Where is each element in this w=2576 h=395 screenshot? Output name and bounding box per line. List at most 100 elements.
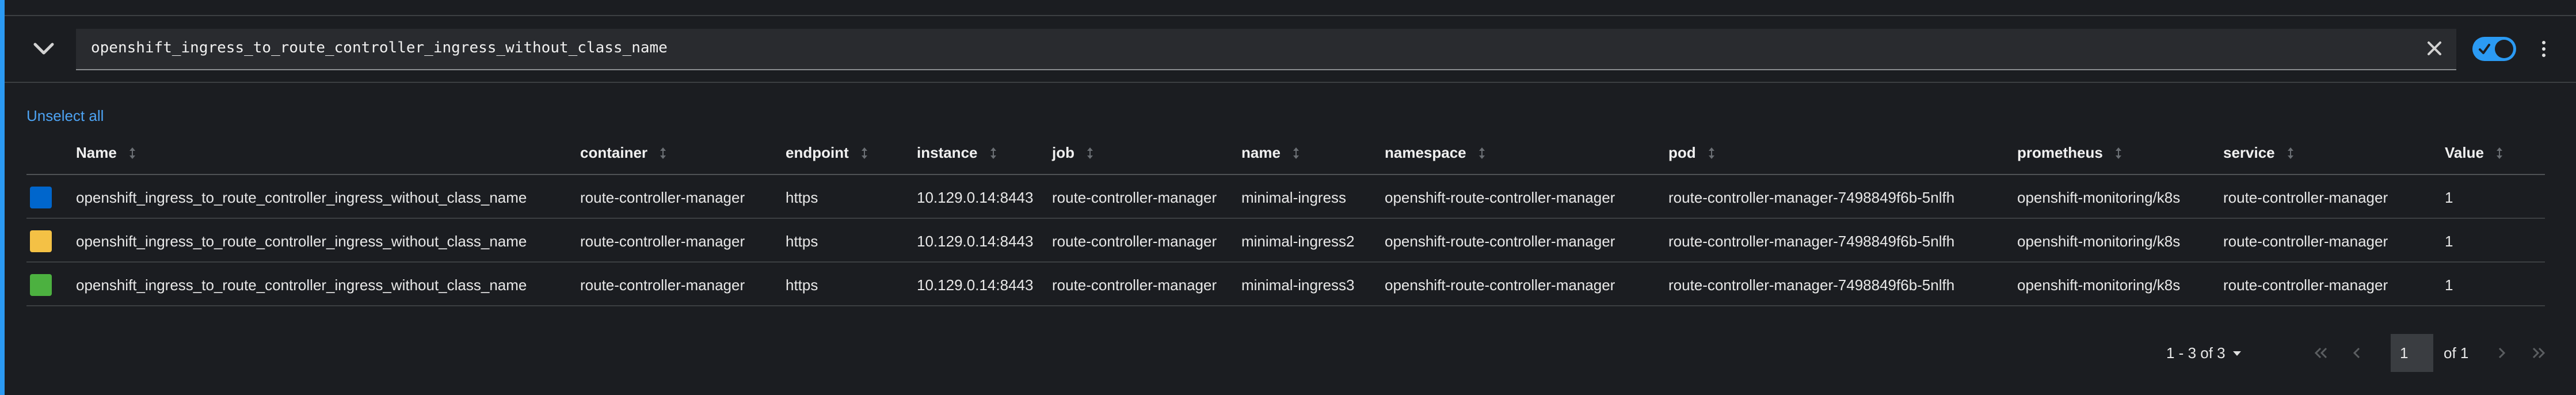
sort-icon — [2496, 147, 2502, 159]
column-header-label: name — [1241, 144, 1281, 161]
column-header-service[interactable]: service — [2223, 144, 2295, 162]
cell-value: 1 — [2445, 189, 2453, 206]
column-header-value[interactable]: Value — [2445, 144, 2503, 162]
series-table: Name container endpoint instance job name name… — [26, 132, 2545, 306]
cell-container: route-controller-manager — [580, 189, 745, 206]
cell-pod: route-controller-manager-7498849f6b-5nlf… — [1668, 276, 1955, 294]
column-header-label: endpoint — [786, 144, 849, 161]
unselect-all-link[interactable]: Unselect all — [26, 107, 104, 125]
series-color-swatch[interactable] — [30, 187, 52, 208]
cell-endpoint: https — [786, 233, 818, 250]
divider — [5, 82, 2576, 83]
column-header-name[interactable]: Name — [76, 144, 136, 162]
cell-name: minimal-ingress — [1241, 189, 1347, 206]
angle-double-left-icon — [2314, 347, 2327, 359]
cell-prometheus: openshift-monitoring/k8s — [2017, 189, 2181, 206]
column-header-label: prometheus — [2017, 144, 2103, 161]
sort-icon — [2287, 147, 2293, 159]
query-actions-menu-button[interactable] — [2532, 36, 2555, 62]
query-expression[interactable]: openshift_ingress_to_route_controller_in… — [91, 39, 668, 56]
check-icon — [2479, 44, 2490, 54]
column-header-label: pod — [1668, 144, 1696, 161]
cell-job: route-controller-manager — [1052, 189, 1217, 206]
column-header-label: instance — [917, 144, 978, 161]
cell-instance: 10.129.0.14:8443 — [917, 189, 1034, 206]
series-color-swatch[interactable] — [30, 274, 52, 296]
cell-instance: 10.129.0.14:8443 — [917, 276, 1034, 294]
column-header-prometheus[interactable]: prometheus — [2017, 144, 2122, 162]
sort-icon — [1478, 147, 1485, 159]
column-header-namespace[interactable]: namespace — [1385, 144, 1486, 162]
column-header-job[interactable]: job — [1052, 144, 1094, 162]
cell-endpoint: https — [786, 189, 818, 206]
query-browser-panel: openshift_ingress_to_route_controller_in… — [0, 0, 2576, 395]
accent-bar — [0, 0, 5, 395]
kebab-icon-dot — [2542, 47, 2545, 51]
cell-namespace: openshift-route-controller-manager — [1385, 233, 1615, 250]
expand-query-button[interactable] — [26, 35, 61, 63]
caret-down-icon — [2232, 351, 2241, 356]
sort-icon — [660, 147, 666, 159]
cell-job: route-controller-manager — [1052, 276, 1217, 294]
close-icon — [2428, 41, 2441, 55]
column-header-pod[interactable]: pod — [1668, 144, 1716, 162]
cell-value: 1 — [2445, 276, 2453, 294]
first-page-button[interactable] — [2311, 344, 2331, 362]
previous-page-button[interactable] — [2347, 344, 2367, 362]
per-page-toggle[interactable]: 1 - 3 of 3 — [2166, 344, 2242, 362]
column-header-container[interactable]: container — [580, 144, 667, 162]
cell-name: minimal-ingress3 — [1241, 276, 1355, 294]
angle-right-icon — [2498, 347, 2506, 359]
table-header: Name container endpoint instance job name name… — [26, 132, 2545, 175]
cell-instance: 10.129.0.14:8443 — [917, 233, 1034, 250]
sort-icon — [1087, 147, 1093, 159]
cell-service: route-controller-manager — [2223, 233, 2388, 250]
kebab-icon-dot — [2542, 41, 2545, 44]
last-page-button[interactable] — [2529, 344, 2548, 362]
sort-icon — [861, 147, 867, 159]
sort-icon — [129, 147, 135, 159]
sort-icon — [2115, 147, 2121, 159]
cell-endpoint: https — [786, 276, 818, 294]
series-color-swatch[interactable] — [30, 230, 52, 252]
switch-knob — [2495, 40, 2513, 58]
next-page-button[interactable] — [2492, 344, 2512, 362]
cell-name: openshift_ingress_to_route_controller_in… — [76, 189, 527, 206]
table-row[interactable]: openshift_ingress_to_route_controller_in… — [26, 219, 2545, 263]
cell-pod: route-controller-manager-7498849f6b-5nlf… — [1668, 189, 1955, 206]
cell-value: 1 — [2445, 233, 2453, 250]
cell-service: route-controller-manager — [2223, 189, 2388, 206]
cell-name: openshift_ingress_to_route_controller_in… — [76, 276, 527, 294]
cell-prometheus: openshift-monitoring/k8s — [2017, 233, 2181, 250]
angle-double-right-icon — [2532, 347, 2545, 359]
current-page-input[interactable] — [2391, 334, 2433, 372]
query-enabled-switch[interactable] — [2472, 37, 2516, 61]
cell-job: route-controller-manager — [1052, 233, 1217, 250]
column-header-label: Value — [2445, 144, 2484, 161]
cell-service: route-controller-manager — [2223, 276, 2388, 294]
sort-icon — [1293, 147, 1299, 159]
column-header-instance[interactable]: instance — [917, 144, 997, 162]
table-body: openshift_ingress_to_route_controller_in… — [26, 175, 2545, 306]
column-header-name[interactable]: name — [1241, 144, 1300, 162]
cell-name: openshift_ingress_to_route_controller_in… — [76, 233, 527, 250]
divider — [5, 15, 2576, 16]
column-header-label: Name — [76, 144, 117, 161]
column-header-label: namespace — [1385, 144, 1466, 161]
cell-pod: route-controller-manager-7498849f6b-5nlf… — [1668, 233, 1955, 250]
chevron-down-icon — [33, 43, 54, 55]
page-count-label: of 1 — [2444, 344, 2469, 362]
query-input[interactable]: openshift_ingress_to_route_controller_in… — [76, 29, 2456, 70]
cell-container: route-controller-manager — [580, 233, 745, 250]
cell-name: minimal-ingress2 — [1241, 233, 1355, 250]
clear-query-button[interactable] — [2423, 37, 2446, 60]
pagination: 1 - 3 of 3 of 1 — [2166, 334, 2558, 372]
cell-container: route-controller-manager — [580, 276, 745, 294]
column-header-endpoint[interactable]: endpoint — [786, 144, 868, 162]
column-header-label: job — [1052, 144, 1074, 161]
table-row[interactable]: openshift_ingress_to_route_controller_in… — [26, 175, 2545, 219]
sort-icon — [990, 147, 996, 159]
cell-namespace: openshift-route-controller-manager — [1385, 189, 1615, 206]
table-row[interactable]: openshift_ingress_to_route_controller_in… — [26, 263, 2545, 306]
cell-namespace: openshift-route-controller-manager — [1385, 276, 1615, 294]
